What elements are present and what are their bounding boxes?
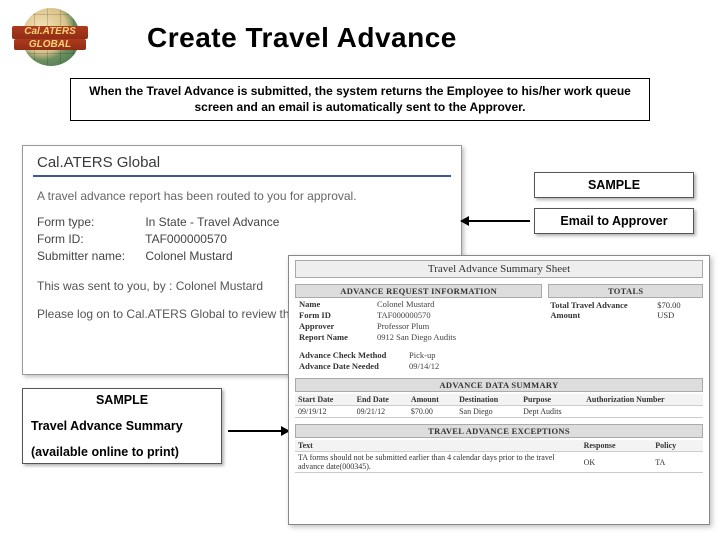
exceptions-table: Text Response Policy TA forms should not…: [295, 440, 703, 473]
logo-text-top: Cal.ATERS: [12, 26, 88, 39]
page-title: Create Travel Advance: [147, 22, 457, 54]
callout-summary: SAMPLE Travel Advance Summary (available…: [22, 388, 222, 464]
submitter-value: Colonel Mustard: [145, 249, 232, 263]
section-exceptions: TRAVEL ADVANCE EXCEPTIONS: [295, 424, 703, 438]
arrow-to-email: [468, 220, 530, 222]
total-label: Total Travel Advance Amount: [550, 300, 657, 320]
callout-email-to-approver: Email to Approver: [534, 208, 694, 234]
kv-formid-value: TAF000000570: [377, 310, 431, 320]
section-request-info: ADVANCE REQUEST INFORMATION: [295, 284, 542, 298]
form-type-label: Form type:: [37, 215, 142, 229]
kv-needed-label: Advance Date Needed: [299, 361, 409, 371]
th-text: Text: [295, 440, 581, 452]
th-response: Response: [581, 440, 653, 452]
kv-approver-value: Professor Plum: [377, 321, 429, 331]
kv-name-value: Colonel Mustard: [377, 299, 434, 309]
kv-check-value: Pick-up: [409, 350, 435, 360]
form-id-value: TAF000000570: [145, 232, 227, 246]
email-routed-text: A travel advance report has been routed …: [37, 189, 451, 203]
callout-sample-bottom: SAMPLE: [31, 393, 213, 407]
table-row: 09/19/12 09/21/12 $70.00 San Diego Dept …: [295, 406, 703, 418]
kv-approver-label: Approver: [299, 321, 377, 331]
page-header: Cal.ATERS GLOBAL Create Travel Advance: [0, 0, 720, 70]
callout-sample-top: SAMPLE: [534, 172, 694, 198]
calaters-logo: Cal.ATERS GLOBAL: [12, 8, 87, 68]
email-brand: Cal.ATERS Global: [37, 154, 451, 171]
arrow-to-summary: [228, 430, 282, 432]
logo-text-bottom: GLOBAL: [14, 39, 86, 50]
total-amount: $70.00 USD: [657, 300, 699, 320]
summary-sheet-panel: Travel Advance Summary Sheet ADVANCE REQ…: [288, 255, 710, 525]
table-row: TA forms should not be submitted earlier…: [295, 452, 703, 473]
callout-summary-title: Travel Advance Summary: [31, 419, 213, 433]
form-id-label: Form ID:: [37, 232, 142, 246]
submitter-label: Submitter name:: [37, 249, 142, 263]
th-auth: Authorization Number: [583, 394, 703, 406]
kv-report-value: 0912 San Diego Audits: [377, 332, 456, 342]
th-amount: Amount: [408, 394, 456, 406]
section-totals: TOTALS: [548, 284, 703, 298]
th-start: Start Date: [295, 394, 354, 406]
th-end: End Date: [354, 394, 408, 406]
section-data-summary: ADVANCE DATA SUMMARY: [295, 378, 703, 392]
intro-text: When the Travel Advance is submitted, th…: [70, 78, 650, 121]
advance-data-table: Start Date End Date Amount Destination P…: [295, 394, 703, 418]
th-purpose: Purpose: [520, 394, 583, 406]
th-policy: Policy: [652, 440, 703, 452]
th-dest: Destination: [456, 394, 520, 406]
kv-needed-value: 09/14/12: [409, 361, 439, 371]
form-type-value: In State - Travel Advance: [145, 215, 279, 229]
email-divider: [33, 175, 451, 177]
kv-check-label: Advance Check Method: [299, 350, 409, 360]
kv-name-label: Name: [299, 299, 377, 309]
kv-report-label: Report Name: [299, 332, 377, 342]
kv-formid-label: Form ID: [299, 310, 377, 320]
callout-available: (available online to print): [31, 445, 213, 459]
summary-sheet-title: Travel Advance Summary Sheet: [295, 260, 703, 278]
